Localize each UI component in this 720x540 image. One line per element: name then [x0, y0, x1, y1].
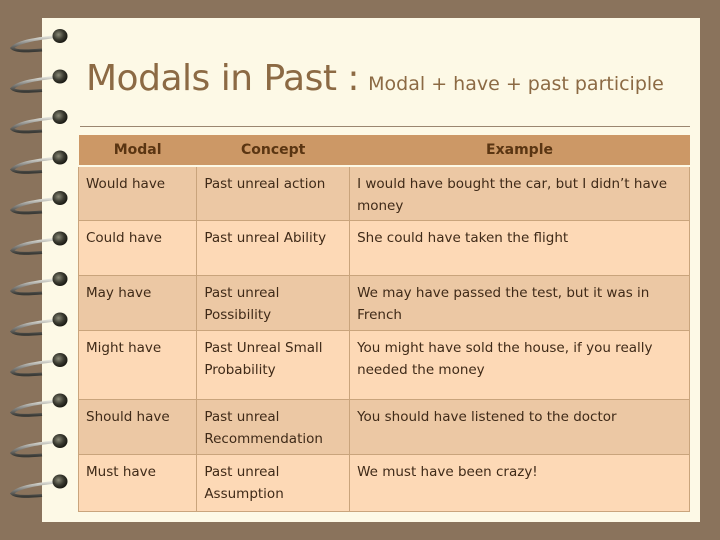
title-divider: [80, 126, 690, 127]
spiral-ring: [9, 110, 68, 134]
spiral-ring: [9, 272, 68, 296]
cell-concept: Past unreal Ability: [196, 219, 351, 276]
spiral-ring: [9, 231, 68, 255]
spiral-ring: [9, 69, 68, 93]
spiral-ring: [9, 434, 68, 458]
title-main: Modals in Past :: [86, 58, 360, 99]
spiral-ring: [9, 29, 68, 53]
spiral-ring: [9, 393, 68, 417]
table-row: Could have Past unreal Ability She could…: [77, 219, 690, 276]
cell-example: We must have been crazy!: [349, 453, 690, 512]
spiral-ring: [9, 312, 68, 336]
cell-modal: Must have: [77, 453, 198, 512]
cell-example: We may have passed the test, but it was …: [349, 274, 690, 331]
cell-modal: May have: [77, 274, 198, 331]
cell-modal: Should have: [77, 398, 198, 455]
cell-concept: Past Unreal Small Probability: [196, 329, 351, 400]
slide-title: Modals in Past : Modal + have + past par…: [86, 58, 664, 99]
table-row: May have Past unreal Possibility We may …: [77, 274, 690, 331]
header-modal: Modal: [78, 135, 197, 167]
cell-example: I would have bought the car, but I didn’…: [349, 165, 690, 221]
cell-concept: Past unreal action: [196, 165, 351, 221]
table-row: Would have Past unreal action I would ha…: [77, 165, 690, 221]
cell-modal: Could have: [77, 219, 198, 276]
cell-concept: Past unreal Recommendation: [196, 398, 351, 455]
table-row: Might have Past Unreal Small Probability…: [77, 329, 690, 400]
header-example: Example: [349, 135, 690, 167]
cell-modal: Might have: [77, 329, 198, 400]
spiral-binding-icon: [9, 29, 68, 498]
spiral-ring: [9, 150, 68, 174]
cell-example: You should have listened to the doctor: [349, 398, 690, 455]
cell-modal: Would have: [77, 165, 198, 221]
table-header-row: Modal Concept Example: [78, 135, 690, 167]
title-subtitle: Modal + have + past participle: [368, 73, 664, 95]
cell-concept: Past unreal Possibility: [196, 274, 351, 331]
table-row: Must have Past unreal Assumption We must…: [77, 453, 690, 512]
cell-concept: Past unreal Assumption: [196, 453, 351, 512]
modals-table: Modal Concept Example Would have Past un…: [77, 135, 690, 512]
cell-example: She could have taken the flight: [349, 219, 690, 276]
table-row: Should have Past unreal Recommendation Y…: [77, 398, 690, 455]
cell-example: You might have sold the house, if you re…: [349, 329, 690, 400]
spiral-ring: [9, 191, 68, 215]
header-concept: Concept: [196, 135, 350, 167]
spiral-ring: [9, 474, 68, 498]
spiral-ring: [9, 353, 68, 377]
